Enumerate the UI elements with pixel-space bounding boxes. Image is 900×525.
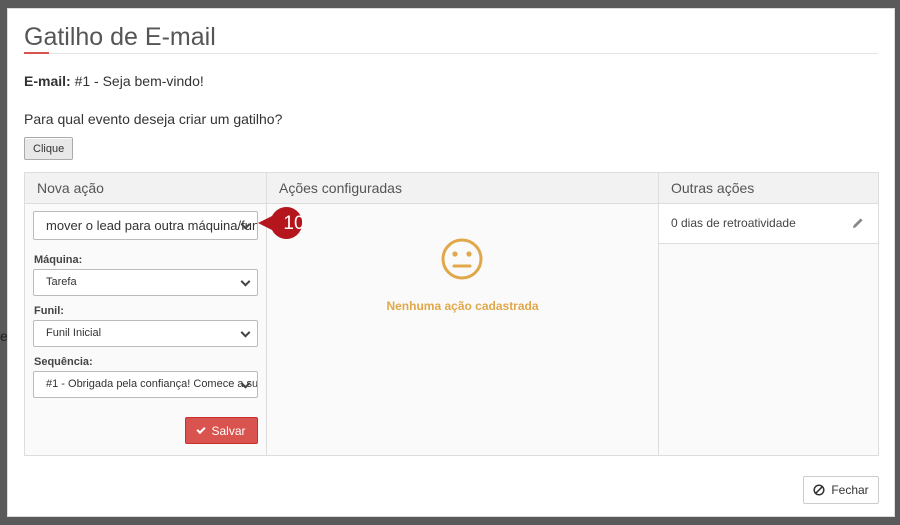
list-item: 0 dias de retroatividade	[659, 204, 878, 244]
email-info: E-mail: #1 - Seja bem-vindo!	[24, 73, 204, 89]
neutral-face-icon	[441, 238, 483, 280]
callout-number: 10	[283, 213, 305, 234]
close-button[interactable]: Fechar	[803, 476, 879, 504]
event-question: Para qual evento deseja criar um gatilho…	[24, 111, 283, 127]
close-button-label: Fechar	[831, 483, 869, 497]
configured-actions-column: Ações configuradas Nenhuma ação cadastra…	[267, 173, 659, 455]
ban-icon	[813, 484, 825, 496]
email-value: #1 - Seja bem-vindo!	[74, 73, 204, 89]
email-label: E-mail:	[24, 73, 71, 89]
click-event-button[interactable]: Clique	[24, 137, 74, 160]
other-actions-header: Outras ações	[659, 173, 878, 204]
save-button[interactable]: Salvar	[185, 417, 258, 444]
sequence-select-value: #1 - Obrigada pela confiança! Comece a s…	[46, 378, 257, 390]
machine-select[interactable]: Tarefa	[33, 269, 258, 296]
check-icon	[196, 424, 207, 434]
new-action-header: Nova ação	[25, 173, 266, 204]
action-select[interactable]: mover o lead para outra máquina/funil	[33, 211, 258, 240]
configured-actions-header: Ações configuradas	[267, 173, 658, 204]
funnel-select[interactable]: Funil Inicial	[33, 320, 258, 347]
new-action-column: Nova ação mover o lead para outra máquin…	[25, 173, 267, 455]
save-button-label: Salvar	[211, 423, 246, 438]
empty-state-text: Nenhuma ação cadastrada	[386, 299, 539, 313]
other-actions-column: Outras ações 0 dias de retroatividade	[659, 173, 878, 455]
title-accent-bar	[24, 52, 49, 54]
machine-select-value: Tarefa	[46, 276, 77, 288]
pencil-icon[interactable]	[852, 217, 864, 229]
modal-title: Gatilho de E-mail	[24, 23, 216, 51]
sequence-label: Sequência:	[34, 356, 93, 368]
funnel-label: Funil:	[34, 305, 64, 317]
funnel-select-value: Funil Inicial	[46, 327, 102, 339]
retroactivity-label: 0 dias de retroatividade	[671, 216, 796, 230]
title-divider	[24, 53, 878, 54]
action-select-value: mover o lead para outra máquina/funil	[46, 218, 257, 233]
email-trigger-modal: Gatilho de E-mail E-mail: #1 - Seja bem-…	[7, 8, 895, 517]
actions-panel: Nova ação mover o lead para outra máquin…	[24, 172, 879, 456]
machine-label: Máquina:	[34, 254, 83, 266]
sequence-select[interactable]: #1 - Obrigada pela confiança! Comece a s…	[33, 371, 258, 398]
